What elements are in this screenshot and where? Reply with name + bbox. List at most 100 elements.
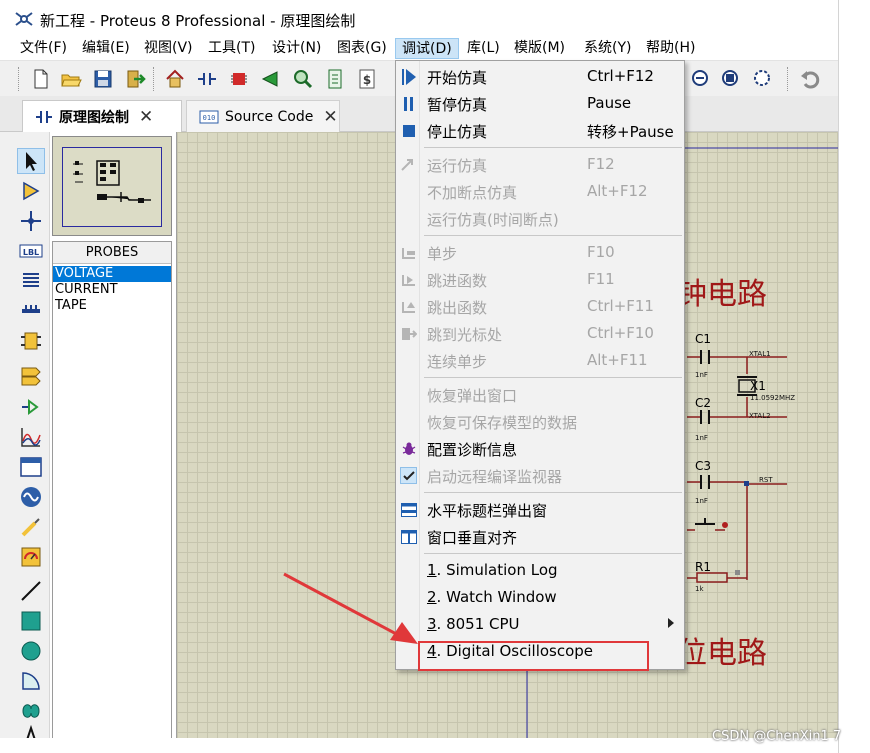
home-icon [166, 69, 184, 88]
menu-item-restore-popups[interactable]: 恢复弹出窗口 [396, 381, 684, 408]
schematic-button[interactable] [194, 66, 220, 92]
menu-item-step-out[interactable]: 跳出函数 Ctrl+F11 [396, 293, 684, 320]
box-tool[interactable] [17, 608, 45, 634]
component-c2-ref[interactable]: C2 [695, 396, 711, 410]
menu-item-run-simulation[interactable]: 运行仿真 F12 [396, 151, 684, 178]
component-c3-ref[interactable]: C3 [695, 459, 711, 473]
component-x1-ref[interactable]: X1 [750, 379, 766, 393]
graph-icon [21, 428, 41, 447]
3d-view-button[interactable] [258, 66, 284, 92]
line-tool[interactable] [17, 578, 45, 604]
zoom-all-button[interactable] [718, 66, 744, 92]
menu-item-stop-simulation[interactable]: 停止仿真 转移+Pause [396, 117, 684, 144]
probe-item-voltage[interactable]: VOLTAGE [53, 266, 171, 282]
undo-button[interactable] [797, 66, 823, 92]
design-explorer-button[interactable]: $ [354, 66, 380, 92]
menu-edit[interactable]: 编辑(E) [76, 38, 136, 59]
menu-item-tile-vertical[interactable]: 窗口垂直对齐 [396, 523, 684, 550]
run-to-cursor-icon [400, 325, 417, 342]
save-button[interactable] [90, 66, 116, 92]
menu-item-label: 运行仿真 [427, 157, 488, 175]
menu-design[interactable]: 设计(N) [266, 38, 327, 59]
menu-item-remote-debug-monitor[interactable]: 启动远程编译监视器 [396, 462, 684, 489]
generator-tool[interactable] [17, 484, 45, 510]
probes-list-panel: PROBES VOLTAGE CURRENT TAPE [52, 241, 172, 753]
bom-icon [328, 69, 342, 89]
menu-item-tile-horizontal[interactable]: 水平标题栏弹出窗 [396, 496, 684, 523]
menu-view[interactable]: 视图(V) [138, 38, 199, 59]
component-r1-ref[interactable]: R1 [695, 560, 711, 574]
zoom-area-button[interactable] [750, 66, 776, 92]
menu-item-label: 运行仿真(时间断点) [427, 211, 559, 229]
menu-item-run-without-breakpoints[interactable]: 不加断点仿真 Alt+F12 [396, 178, 684, 205]
menu-item-8051-cpu[interactable]: 3. 8051 CPU [396, 611, 684, 638]
tab-label: 原理图绘制 [59, 109, 129, 126]
component-r1-value: 1k [695, 585, 704, 593]
wire-label-tool[interactable]: LBL [17, 238, 45, 264]
junction-dot-tool[interactable] [17, 208, 45, 234]
probe-item-tape[interactable]: TAPE [53, 298, 171, 314]
menu-help[interactable]: 帮助(H) [640, 38, 701, 59]
menu-item-simulation-log[interactable]: 1. Simulation Log [396, 557, 684, 584]
open-file-button[interactable] [58, 66, 84, 92]
import-button[interactable] [122, 66, 148, 92]
overview-window[interactable] [52, 136, 172, 236]
device-pins-tool[interactable] [17, 394, 45, 420]
junction-icon [21, 211, 41, 231]
watermark-text: CSDN @ChenXin1 7 [712, 729, 842, 744]
step-out-icon [400, 298, 417, 315]
menu-system[interactable]: 系统(Y) [578, 38, 637, 59]
probe-item-current[interactable]: CURRENT [53, 282, 171, 298]
terminals-tool[interactable] [17, 362, 45, 388]
tape-recorder-tool[interactable] [17, 454, 45, 480]
menu-bar: 文件(F) 编辑(E) 视图(V) 工具(T) 设计(N) 图表(G) 调试(D… [0, 36, 838, 60]
arc-tool[interactable] [17, 668, 45, 694]
source-code-icon: 010 [199, 110, 219, 123]
menu-item-pause-simulation[interactable]: 暂停仿真 Pause [396, 90, 684, 117]
new-file-button[interactable] [28, 66, 54, 92]
menu-item-step-into[interactable]: 跳进函数 F11 [396, 266, 684, 293]
menu-item-restore-model-data[interactable]: 恢复可保存模型的数据 [396, 408, 684, 435]
menu-debug[interactable]: 调试(D) [395, 38, 459, 59]
component-c1-ref[interactable]: C1 [695, 332, 711, 346]
menu-tools[interactable]: 工具(T) [202, 38, 261, 59]
menu-library[interactable]: 库(L) [461, 38, 506, 59]
bus-tool[interactable] [17, 298, 45, 324]
component-x1-value: 11.0592MHZ [750, 394, 796, 402]
close-icon[interactable]: ✕ [323, 107, 337, 127]
menu-item-run-to-cursor[interactable]: 跳到光标处 Ctrl+F10 [396, 320, 684, 347]
menu-item-start-simulation[interactable]: 开始仿真 Ctrl+F12 [396, 63, 684, 90]
menu-item-animated-step[interactable]: 连续单步 Alt+F11 [396, 347, 684, 374]
menu-item-configure-diagnostics[interactable]: 配置诊断信息 [396, 435, 684, 462]
text-script-tool[interactable] [17, 268, 45, 294]
menu-separator [424, 235, 682, 236]
menu-item-label: 不加断点仿真 [427, 184, 518, 202]
sine-generator-icon [21, 487, 41, 507]
window-title: 新工程 - Proteus 8 Professional - 原理图绘制 [40, 12, 356, 30]
tab-schematic-capture[interactable]: 原理图绘制 ✕ [22, 100, 182, 132]
gerber-viewer-button[interactable] [290, 66, 316, 92]
virtual-instrument-tool[interactable] [17, 544, 45, 570]
import-icon [127, 70, 146, 88]
save-icon [94, 70, 112, 88]
menu-item-step[interactable]: 单步 F10 [396, 239, 684, 266]
menu-item-run-with-timed-breakpoint[interactable]: 运行仿真(时间断点) [396, 205, 684, 232]
close-icon[interactable]: ✕ [139, 107, 153, 127]
component-icon [23, 181, 40, 201]
tab-source-code[interactable]: 010 Source Code ✕ [186, 100, 340, 132]
circle-tool[interactable] [17, 638, 45, 664]
zoom-out-button[interactable] [688, 66, 714, 92]
menu-item-watch-window[interactable]: 2. Watch Window [396, 584, 684, 611]
menu-file[interactable]: 文件(F) [14, 38, 73, 59]
menu-graph[interactable]: 图表(G) [331, 38, 393, 59]
menu-template[interactable]: 模版(M) [508, 38, 571, 59]
subcircuit-tool[interactable] [17, 328, 45, 354]
voltage-probe-tool[interactable] [17, 514, 45, 540]
pcb-button[interactable] [226, 66, 252, 92]
component-mode-tool[interactable] [17, 178, 45, 204]
path-tool[interactable] [17, 698, 45, 724]
bom-button[interactable] [322, 66, 348, 92]
graph-tool[interactable] [17, 424, 45, 450]
selection-mode-tool[interactable] [17, 148, 45, 174]
home-button[interactable] [162, 66, 188, 92]
